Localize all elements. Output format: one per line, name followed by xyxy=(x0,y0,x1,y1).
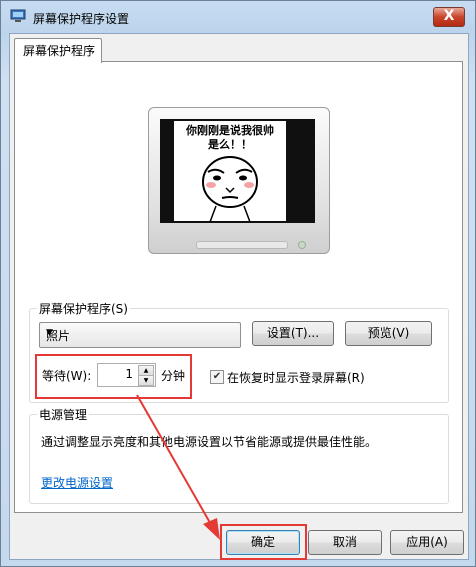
resume-checkbox[interactable]: ✔ xyxy=(210,370,224,384)
chevron-down-icon: ▼ xyxy=(46,328,53,338)
window-title: 屏幕保护程序设置 xyxy=(33,12,130,26)
tab-screensaver[interactable]: 屏幕保护程序 xyxy=(14,38,102,63)
monitor-power-light xyxy=(298,241,306,249)
power-settings-link[interactable]: 更改电源设置 xyxy=(41,474,113,491)
caption-line-1: 你刚刚是说我很帅 xyxy=(186,124,274,137)
resume-label[interactable]: 在恢复时显示登录屏幕(R) xyxy=(227,369,365,386)
power-group-label: 电源管理 xyxy=(37,406,90,423)
settings-button[interactable]: 设置(T)... xyxy=(252,321,334,346)
preview-caption: 你刚刚是说我很帅 是么！！ xyxy=(174,124,286,152)
close-button[interactable]: X xyxy=(433,7,465,27)
screensaver-select[interactable]: 照片 ▼ xyxy=(39,322,241,348)
ok-highlight-box xyxy=(220,524,307,560)
screensaver-group-label: 屏幕保护程序(S) xyxy=(37,300,130,317)
caption-line-2: 是么！！ xyxy=(208,138,252,151)
cancel-button[interactable]: 取消 xyxy=(308,530,382,555)
wait-highlight-box xyxy=(35,354,192,399)
power-description: 通过调整显示亮度和其他电源设置以节省能源或提供最佳性能。 xyxy=(41,435,378,449)
tab-label: 屏幕保护程序 xyxy=(23,44,96,58)
apply-button[interactable]: 应用(A) xyxy=(390,530,464,555)
title-bar[interactable]: 屏幕保护程序设置 X xyxy=(1,1,475,33)
meme-face-image xyxy=(202,156,258,222)
monitor-slot xyxy=(196,241,288,249)
monitor-icon xyxy=(10,9,26,22)
preview-button[interactable]: 预览(V) xyxy=(345,321,432,346)
